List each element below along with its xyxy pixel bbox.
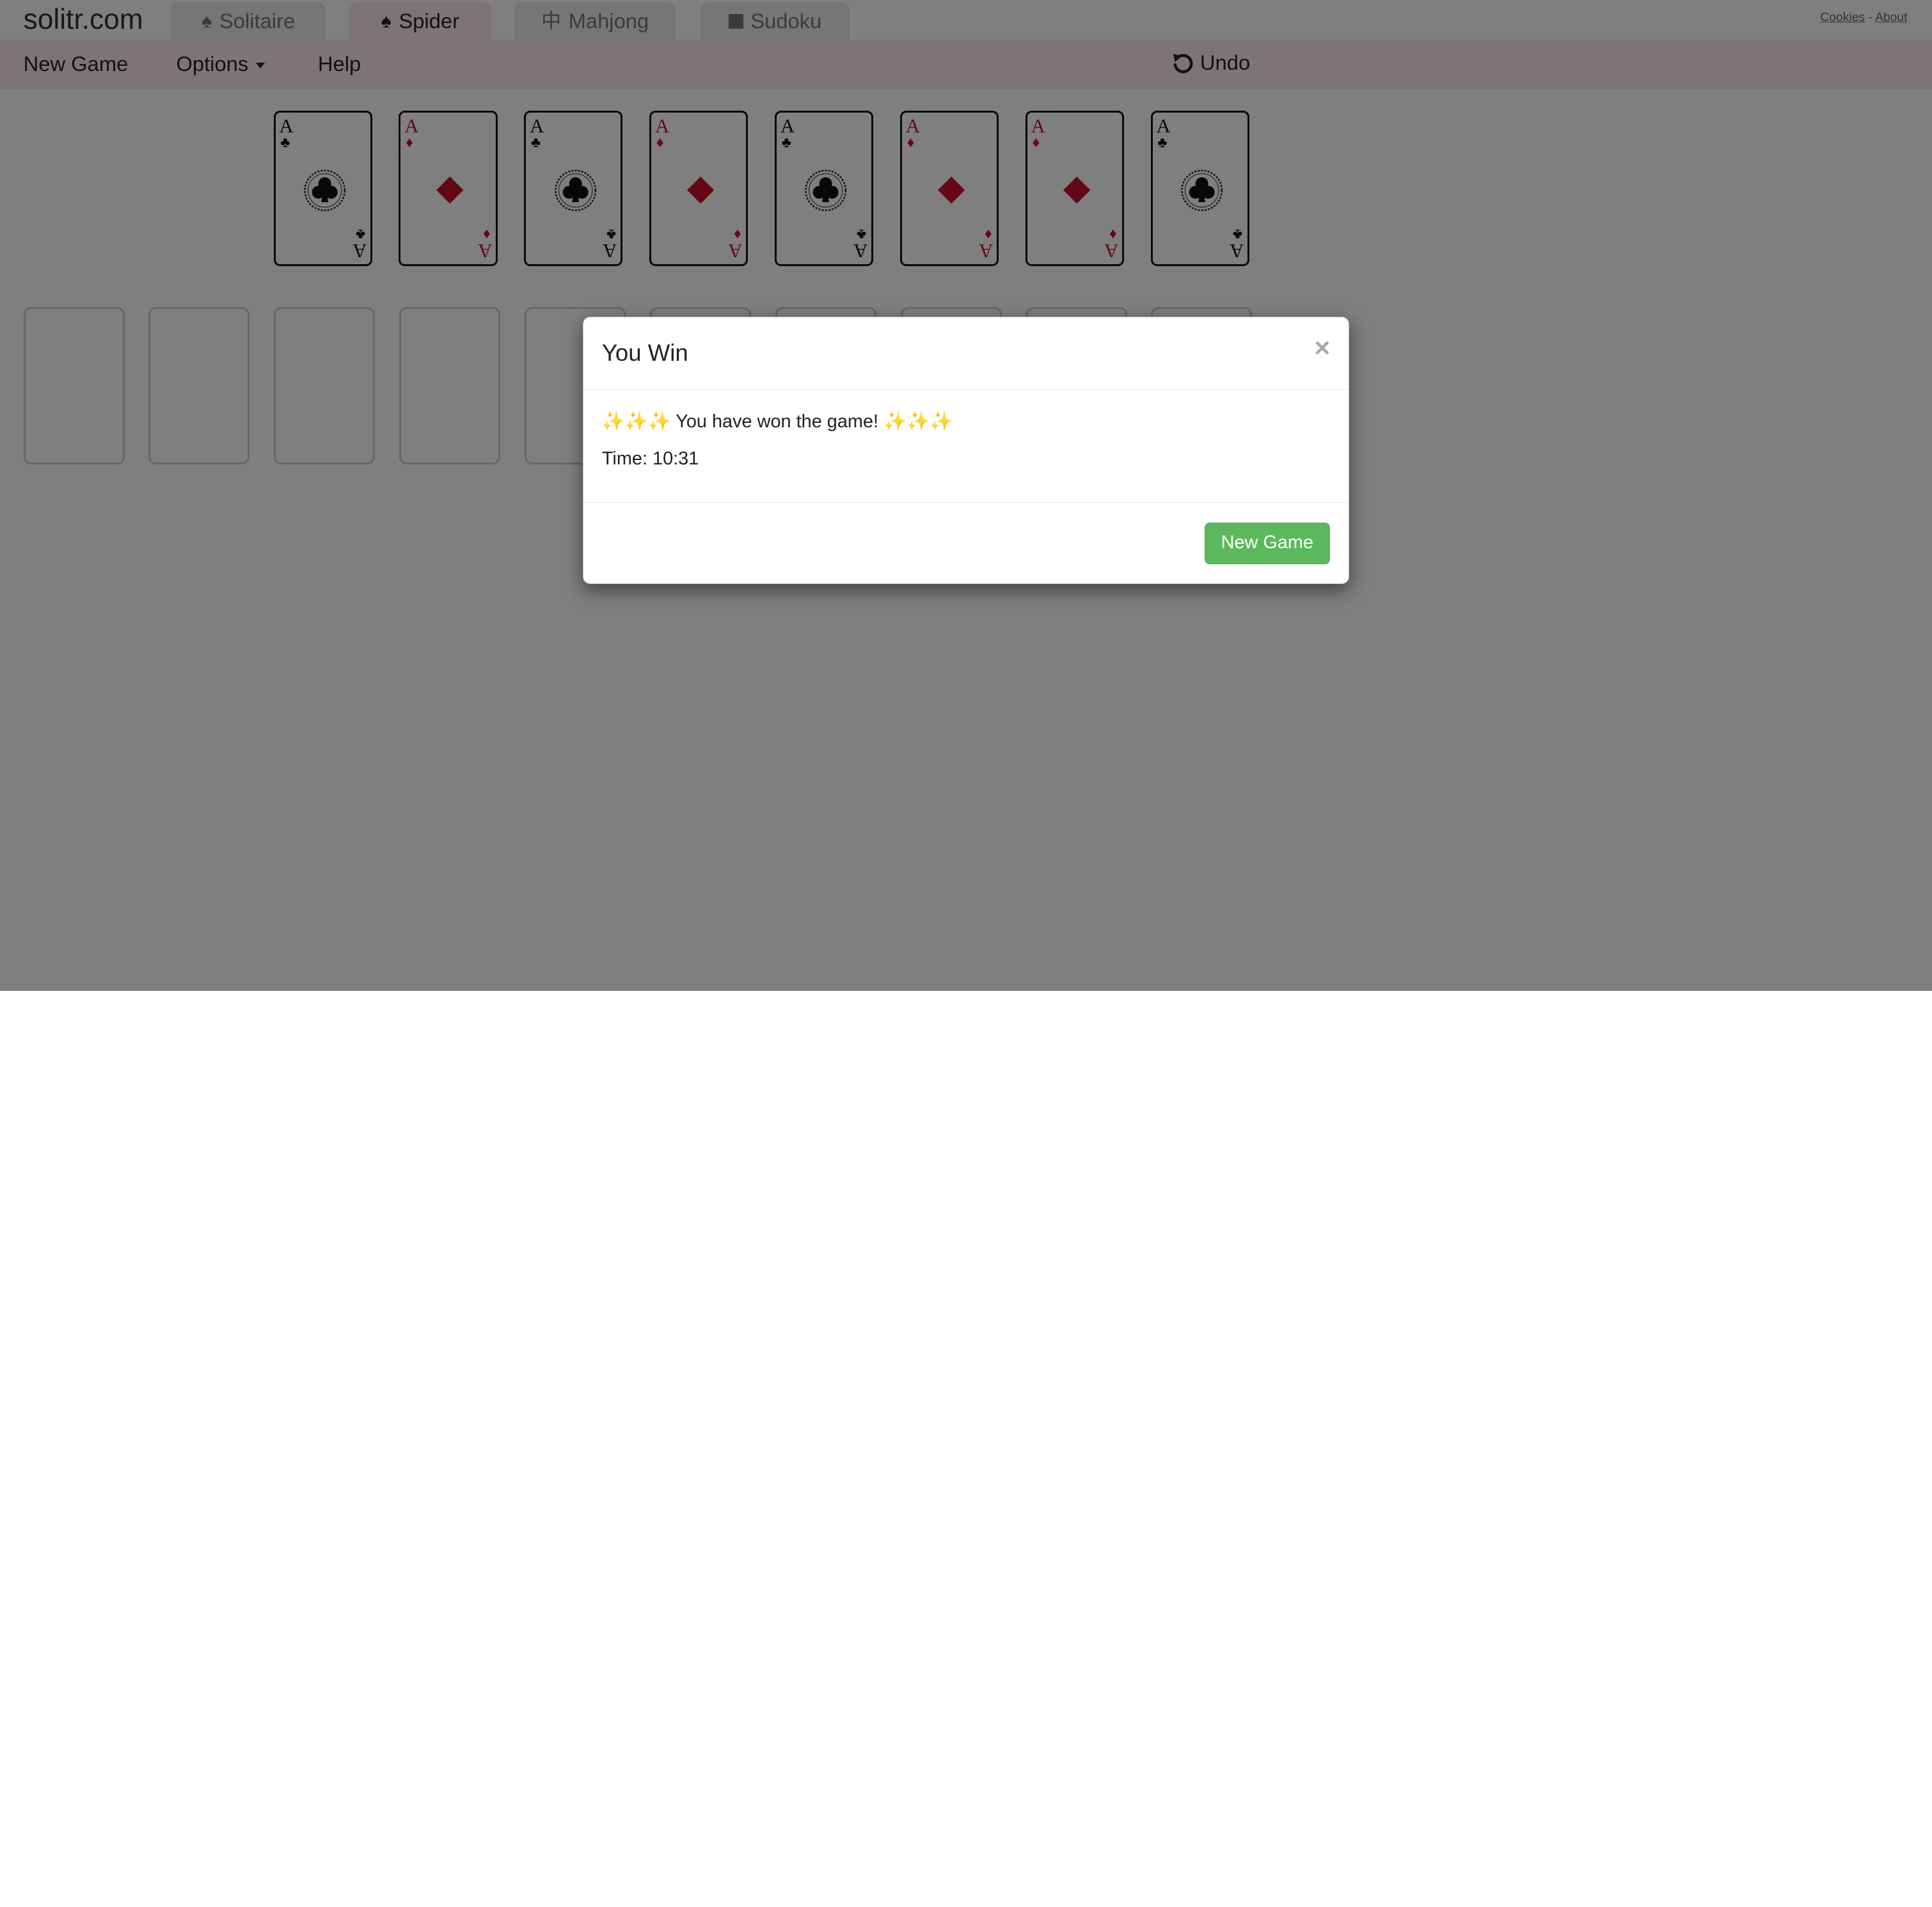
dialog-body: ✨✨✨ You have won the game! ✨✨✨ Time: 10:… bbox=[602, 408, 1330, 472]
time-label: Time: bbox=[601, 448, 647, 470]
time-value: 10:31 bbox=[653, 448, 699, 470]
win-message: ✨✨✨ You have won the game! ✨✨✨ bbox=[602, 408, 1330, 435]
dialog-title: You Win bbox=[601, 339, 688, 366]
time-line: Time: 10:31 bbox=[602, 445, 1330, 472]
sparkles-icon: ✨✨✨ bbox=[601, 411, 671, 432]
close-icon[interactable]: × bbox=[1314, 334, 1330, 361]
dialog-header: You Win × bbox=[583, 317, 1349, 390]
sparkles-icon: ✨✨✨ bbox=[883, 411, 953, 432]
win-dialog: You Win × ✨✨✨ You have won the game! ✨✨✨… bbox=[582, 316, 1349, 584]
new-game-button[interactable]: New Game bbox=[1204, 522, 1331, 565]
win-text: You have won the game! bbox=[676, 411, 879, 432]
dialog-footer: New Game bbox=[583, 502, 1349, 584]
